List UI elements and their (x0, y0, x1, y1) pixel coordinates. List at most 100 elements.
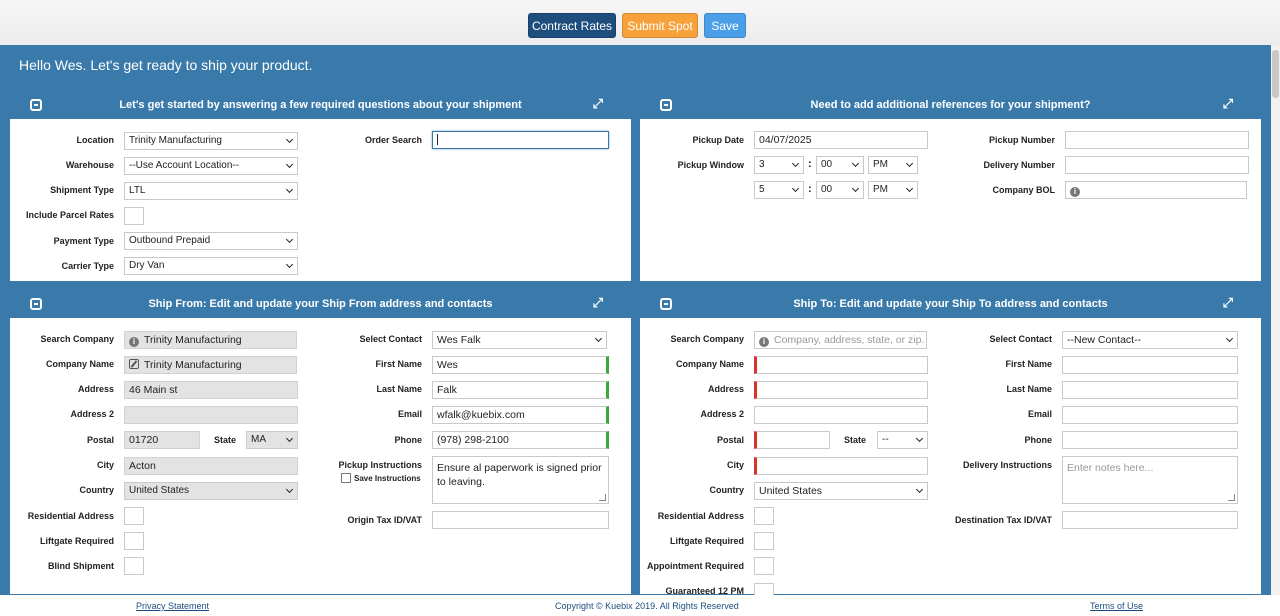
window-start-minute-select[interactable]: 00 (816, 156, 864, 174)
phone-input[interactable]: (978) 298-2100 (432, 431, 609, 449)
first-name-input[interactable] (1062, 356, 1238, 374)
delivery-instructions-textarea[interactable]: Enter notes here... (1062, 456, 1238, 504)
chevron-down-icon (905, 159, 914, 168)
window-start-hour-select[interactable]: 3 (754, 156, 804, 174)
page-scrollbar[interactable] (1271, 45, 1280, 595)
privacy-statement-link[interactable]: Privacy Statement (136, 601, 209, 611)
email-input[interactable]: wfalk@kuebix.com (432, 406, 609, 424)
select-contact-select[interactable]: Wes Falk (432, 331, 607, 349)
location-select[interactable]: Trinity Manufacturing (124, 132, 298, 150)
panel-header: Need to add additional references for yo… (640, 91, 1261, 119)
panel-title: Let's get started by answering a few req… (119, 99, 522, 111)
expand-icon[interactable]: ⤢ (1223, 97, 1233, 111)
destination-tax-input[interactable] (1062, 511, 1238, 529)
email-input[interactable] (1062, 406, 1238, 424)
collapse-icon[interactable] (30, 99, 42, 111)
residential-checkbox[interactable] (124, 507, 144, 525)
company-name-input[interactable]: Trinity Manufacturing (124, 356, 297, 374)
postal-input[interactable] (754, 431, 830, 449)
destination-tax-label: Destination Tax ID/VAT (954, 515, 1052, 525)
parcel-rates-checkbox[interactable] (124, 207, 144, 225)
contract-rates-button[interactable]: Contract Rates (528, 13, 616, 38)
postal-label: Postal (86, 435, 114, 445)
greeting-text: Hello Wes. Let's get ready to ship your … (19, 57, 313, 73)
info-icon: i (759, 337, 769, 347)
address-input[interactable] (754, 381, 928, 399)
liftgate-checkbox[interactable] (124, 532, 144, 550)
window-end-ampm-select[interactable]: PM (868, 181, 918, 199)
postal-input[interactable]: 01720 (124, 431, 200, 449)
appointment-checkbox[interactable] (754, 557, 774, 575)
last-name-input[interactable]: Falk (432, 381, 609, 399)
select-contact-select[interactable]: --New Contact-- (1062, 331, 1238, 349)
pickup-instructions-textarea[interactable]: Ensure al paperwork is signed prior to l… (432, 456, 609, 504)
page-footer: Privacy Statement Copyright © Kuebix 201… (0, 595, 1280, 616)
panel-title: Need to add additional references for yo… (810, 99, 1091, 111)
origin-tax-label: Origin Tax ID/VAT (347, 515, 422, 525)
search-company-input[interactable]: i Company, address, state, or zip. (754, 331, 927, 349)
submit-spot-button[interactable]: Submit Spot (622, 13, 698, 38)
copyright-text: Copyright © Kuebix 2019. All Rights Rese… (555, 601, 739, 611)
chevron-down-icon (915, 485, 924, 494)
address2-input[interactable] (124, 406, 298, 424)
search-company-label: Search Company (40, 334, 114, 344)
delivery-number-input[interactable] (1065, 156, 1249, 174)
warehouse-select[interactable]: --Use Account Location-- (124, 157, 298, 175)
pickup-number-label: Pickup Number (988, 135, 1055, 145)
first-name-input[interactable]: Wes (432, 356, 609, 374)
last-name-label: Last Name (376, 384, 422, 394)
collapse-icon[interactable] (30, 298, 42, 310)
expand-icon[interactable]: ⤢ (593, 97, 603, 111)
carrier-type-select[interactable]: Dry Van (124, 257, 298, 275)
resize-grip-icon[interactable] (599, 494, 606, 501)
window-end-hour-select[interactable]: 5 (754, 181, 804, 199)
country-select[interactable]: United States (124, 482, 298, 500)
residential-label: Residential Address (657, 511, 744, 521)
liftgate-checkbox[interactable] (754, 532, 774, 550)
expand-icon[interactable]: ⤢ (1223, 296, 1233, 310)
shipment-type-select[interactable]: LTL (124, 182, 298, 200)
city-input[interactable]: Acton (124, 457, 298, 475)
pickup-number-input[interactable] (1065, 131, 1249, 149)
collapse-icon[interactable] (660, 298, 672, 310)
city-input[interactable] (754, 457, 928, 475)
search-company-input[interactable]: i Trinity Manufacturing (124, 331, 297, 349)
time-separator: : (808, 183, 812, 195)
save-instructions-checkbox[interactable] (341, 473, 351, 483)
email-label: Email (397, 409, 422, 419)
payment-type-select[interactable]: Outbound Prepaid (124, 232, 298, 250)
state-select[interactable]: -- (877, 431, 928, 449)
pickup-date-input[interactable]: 04/07/2025 (754, 131, 928, 149)
order-search-label: Order Search (364, 135, 422, 145)
window-end-minute-select[interactable]: 00 (816, 181, 864, 199)
info-icon: i (129, 337, 139, 347)
terms-of-use-link[interactable]: Terms of Use (1090, 601, 1143, 611)
edit-icon[interactable] (129, 359, 139, 369)
save-instructions-label: Save Instructions (354, 474, 421, 483)
last-name-input[interactable] (1062, 381, 1238, 399)
blind-shipment-checkbox[interactable] (124, 557, 144, 575)
carrier-type-label: Carrier Type (61, 261, 114, 271)
address2-input[interactable] (754, 406, 928, 424)
address-input[interactable]: 46 Main st (124, 381, 298, 399)
chevron-down-icon (285, 135, 294, 144)
phone-input[interactable] (1062, 431, 1238, 449)
scrollbar-thumb[interactable] (1272, 50, 1279, 98)
chevron-down-icon (915, 434, 924, 443)
residential-checkbox[interactable] (754, 507, 774, 525)
country-select[interactable]: United States (754, 482, 928, 500)
residential-label: Residential Address (27, 511, 114, 521)
chevron-down-icon (285, 185, 294, 194)
window-start-ampm-select[interactable]: PM (868, 156, 918, 174)
first-name-label: First Name (375, 359, 422, 369)
order-search-input[interactable] (432, 131, 609, 149)
company-name-input[interactable] (754, 356, 928, 374)
resize-grip-icon[interactable] (1228, 494, 1235, 501)
company-bol-input[interactable]: i (1065, 181, 1247, 199)
save-button[interactable]: Save (704, 13, 746, 38)
expand-icon[interactable]: ⤢ (593, 296, 603, 310)
select-contact-label: Select Contact (359, 334, 422, 344)
collapse-icon[interactable] (660, 99, 672, 111)
state-select[interactable]: MA (246, 431, 298, 449)
origin-tax-input[interactable] (432, 511, 609, 529)
